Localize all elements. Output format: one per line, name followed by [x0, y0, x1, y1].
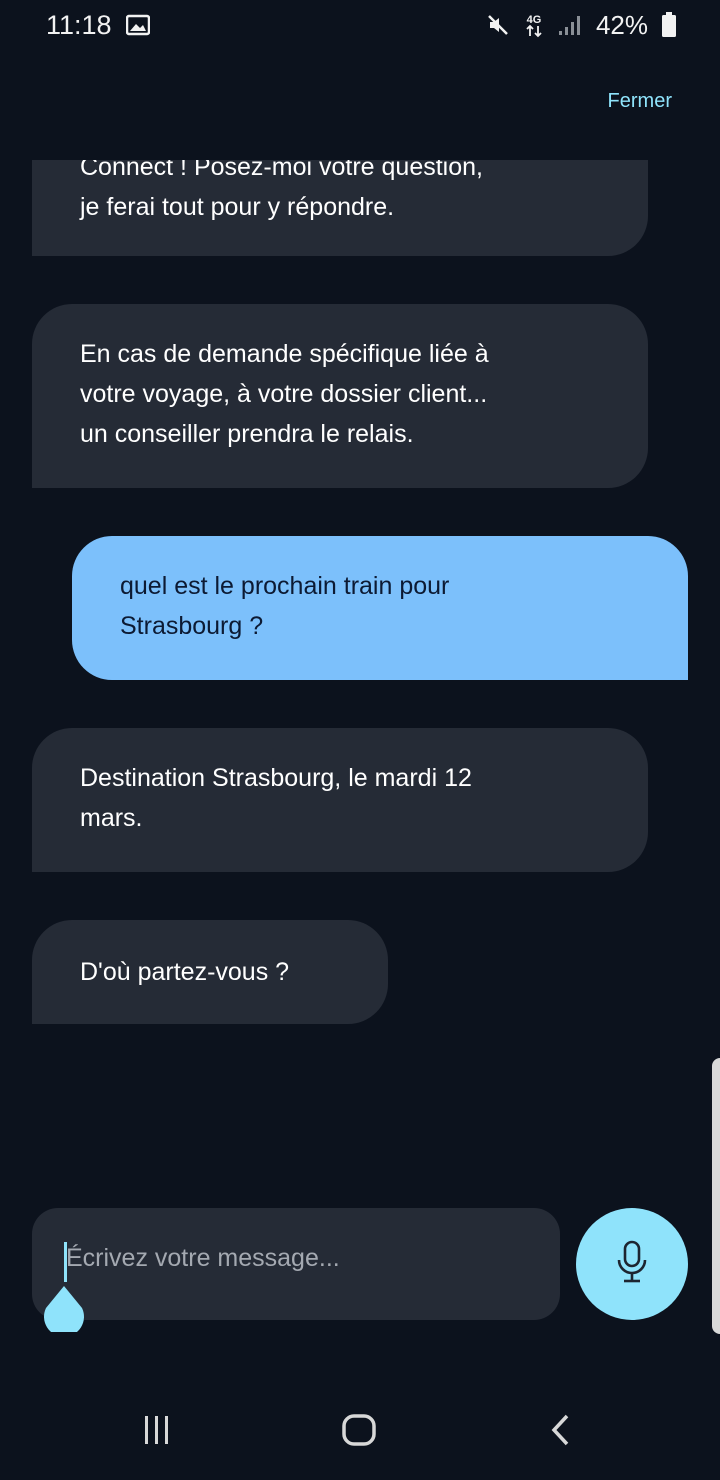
caret-handle-icon[interactable] [42, 1284, 86, 1337]
bot-message: D'où partez-vous ? [32, 920, 388, 1024]
back-icon[interactable] [536, 1410, 586, 1450]
battery-percent: 42% [595, 9, 648, 40]
status-time: 11:18 [46, 9, 112, 40]
bot-message: Destination Strasbourg, le mardi 12 mars… [32, 728, 648, 872]
user-message: quel est le prochain train pour Strasbou… [72, 536, 688, 680]
chat-transcript[interactable]: Connect ! Posez-moi votre question, je f… [0, 160, 720, 1190]
recent-apps-icon[interactable] [132, 1410, 182, 1450]
message-input-placeholder: Écrivez votre message... [66, 1244, 340, 1272]
bot-message: Connect ! Posez-moi votre question, je f… [32, 160, 648, 256]
signal-icon [558, 14, 582, 36]
close-button[interactable]: Fermer [608, 90, 672, 113]
microphone-icon [615, 1240, 649, 1288]
status-bar: 11:18 4G 42% [0, 0, 720, 50]
status-left: 11:18 [46, 10, 150, 41]
edge-panel-handle[interactable] [712, 1058, 720, 1334]
image-icon [125, 14, 150, 36]
battery-icon [662, 12, 676, 38]
svg-text:4G: 4G [527, 14, 542, 26]
mute-icon [486, 13, 510, 37]
bot-message: En cas de demande spécifique liée à votr… [32, 304, 648, 488]
navigation-bar [0, 1380, 720, 1480]
home-icon[interactable] [334, 1410, 384, 1450]
microphone-button[interactable] [576, 1208, 688, 1320]
network-4g-icon: 4G [524, 12, 544, 38]
status-right: 4G 42% [486, 10, 676, 41]
text-cursor [64, 1242, 67, 1282]
